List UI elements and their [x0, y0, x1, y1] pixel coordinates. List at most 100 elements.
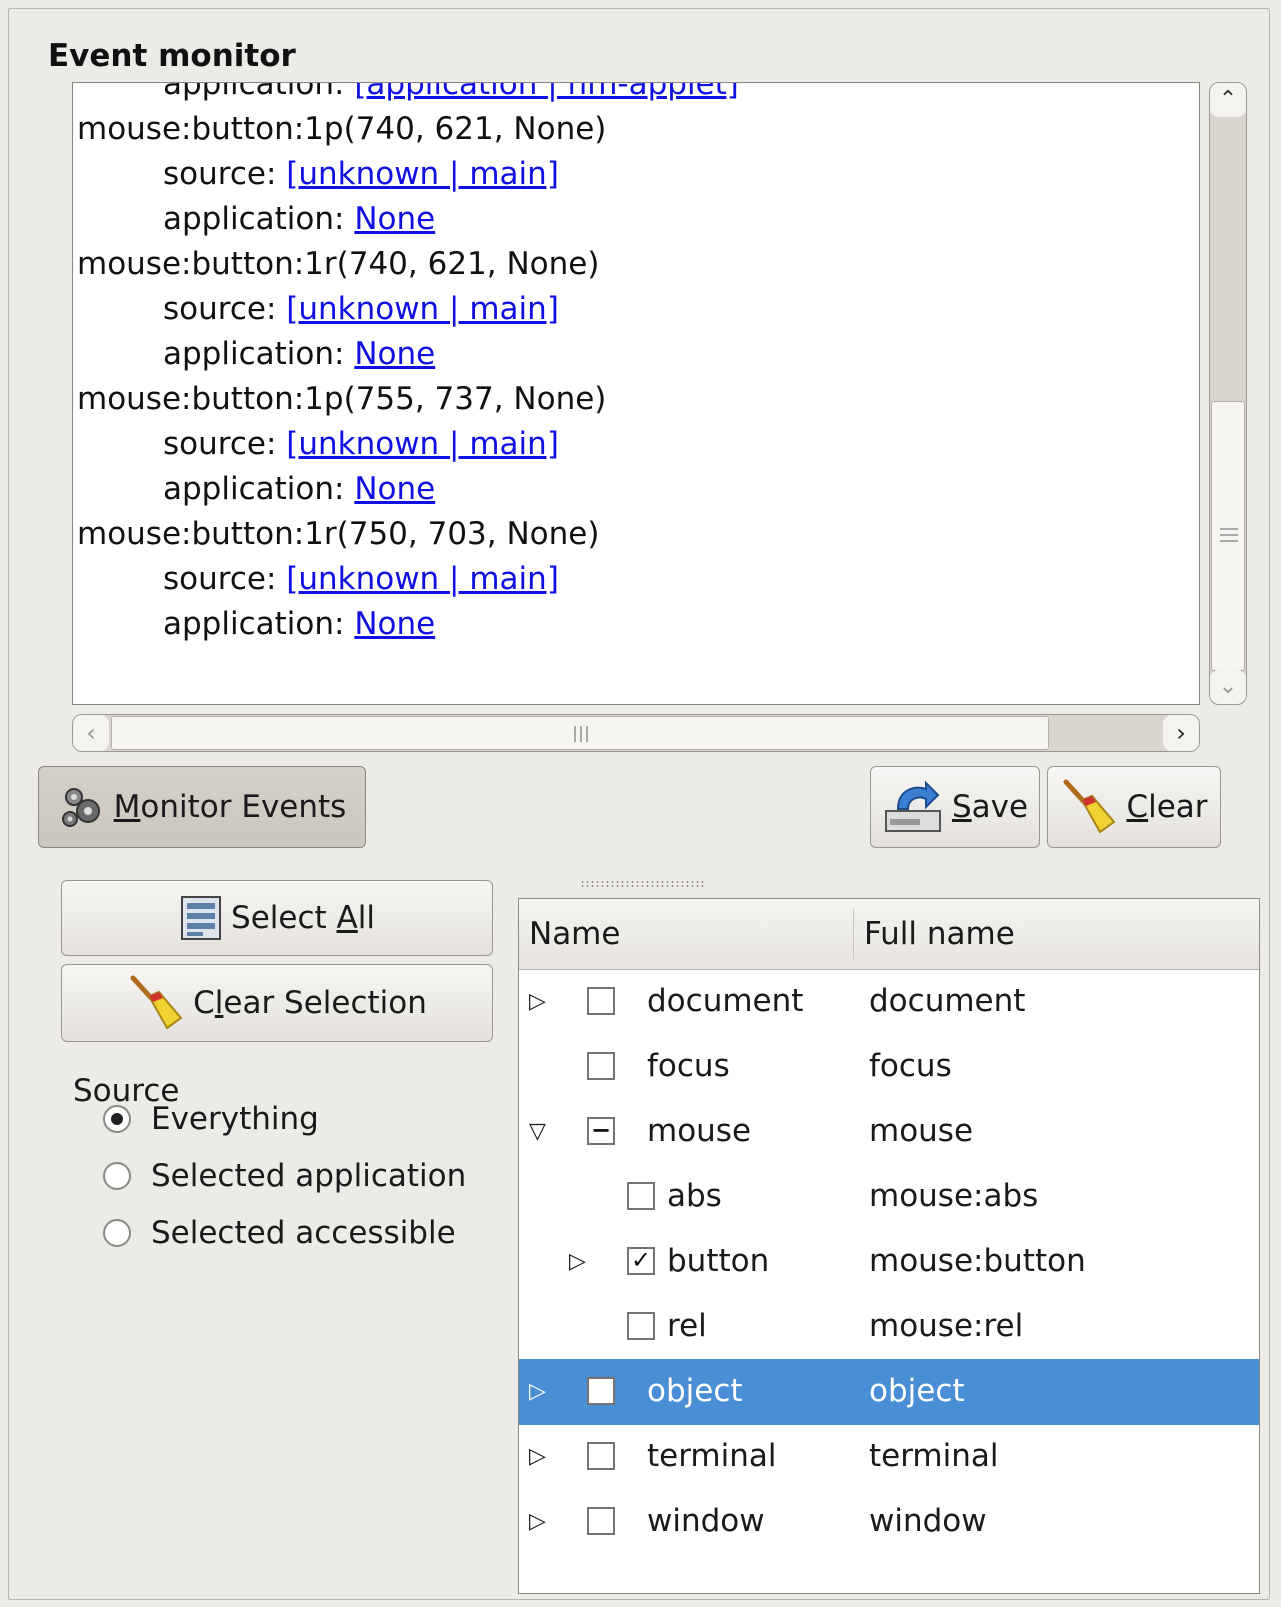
select-all-button[interactable]: Select All	[61, 880, 493, 956]
event-full-name: mouse:rel	[869, 1308, 1024, 1344]
scroll-right-icon[interactable]: ›	[1163, 715, 1199, 751]
event-checkbox[interactable]	[627, 1182, 655, 1210]
event-name: mouse	[647, 1113, 752, 1149]
column-separator	[853, 909, 854, 959]
log-line: source: [unknown | main]	[77, 152, 739, 197]
event-name: object	[647, 1373, 743, 1409]
log-line: mouse:button:1r(740, 621, None)	[77, 246, 600, 282]
event-checkbox[interactable]	[587, 987, 615, 1015]
log-line: source: [unknown | main]	[77, 287, 739, 332]
event-full-name: document	[869, 983, 1026, 1019]
clear-label: Clear	[1126, 789, 1208, 825]
log-accessible-link[interactable]: None	[354, 201, 435, 237]
event-full-name: window	[869, 1503, 987, 1539]
clear-button[interactable]: Clear	[1047, 766, 1221, 848]
radio-button[interactable]	[103, 1162, 131, 1190]
event-name: window	[647, 1503, 765, 1539]
vertical-scroll-thumb[interactable]	[1211, 401, 1245, 671]
column-header-full-name[interactable]: Full name	[864, 916, 1015, 952]
event-type-tree[interactable]: Name Full name ▷ document document focus foc…	[518, 898, 1260, 1594]
save-button[interactable]: Save	[870, 766, 1040, 848]
radio-everything[interactable]: Everything	[103, 1101, 319, 1137]
event-checkbox[interactable]	[587, 1507, 615, 1535]
log-accessible-link[interactable]: [application | nm-applet]	[354, 83, 739, 102]
tree-row-mouse[interactable]: ▽ − mouse mouse	[519, 1099, 1259, 1165]
log-accessible-link[interactable]: None	[354, 606, 435, 642]
pane-resize-handle[interactable]	[580, 880, 704, 888]
log-field-label: application:	[163, 82, 355, 102]
log-accessible-link[interactable]: [unknown | main]	[286, 291, 559, 327]
log-accessible-link[interactable]: None	[354, 471, 435, 507]
log-line: source: [unknown | main]	[77, 422, 739, 467]
tree-row-rel[interactable]: rel mouse:rel	[519, 1294, 1259, 1360]
radio-button[interactable]	[103, 1219, 131, 1247]
select-all-icon	[179, 894, 223, 942]
log-field-label: source:	[163, 291, 287, 327]
event-checkbox[interactable]: −	[587, 1117, 615, 1145]
radio-label: Everything	[151, 1101, 319, 1137]
save-label: Save	[951, 789, 1029, 825]
scroll-down-icon[interactable]: ⌄	[1210, 670, 1246, 704]
tree-row-focus[interactable]: focus focus	[519, 1034, 1259, 1100]
expander-collapsed-icon[interactable]: ▷	[529, 1444, 546, 1469]
save-disk-icon	[882, 779, 944, 835]
event-full-name: mouse	[869, 1113, 974, 1149]
panel-title: Event monitor	[48, 38, 296, 74]
event-name: abs	[667, 1178, 722, 1214]
expander-collapsed-icon[interactable]: ▷	[569, 1249, 586, 1274]
log-field-label: source:	[163, 561, 287, 597]
log-accessible-link[interactable]: None	[354, 336, 435, 372]
log-accessible-link[interactable]: [unknown | main]	[286, 561, 559, 597]
clear-selection-label: Clear Selection	[193, 985, 427, 1021]
monitor-events-button[interactable]: Monitor Events	[38, 766, 366, 848]
log-line: source: [unknown | main]	[77, 557, 739, 602]
event-log-content: application: [application | nm-applet] mo…	[77, 82, 739, 647]
log-line: application: [application | nm-applet]	[77, 82, 739, 107]
horizontal-scroll-thumb[interactable]	[111, 716, 1049, 750]
log-accessible-link[interactable]: [unknown | main]	[286, 426, 559, 462]
monitor-events-label: Monitor Events	[113, 789, 347, 825]
broom-icon	[1060, 778, 1118, 836]
radio-label: Selected application	[151, 1158, 467, 1194]
event-checkbox[interactable]	[627, 1312, 655, 1340]
log-accessible-link[interactable]: [unknown | main]	[286, 156, 559, 192]
event-name: focus	[647, 1048, 730, 1084]
tree-row-window[interactable]: ▷ window window	[519, 1489, 1259, 1555]
event-checkbox[interactable]: ✓	[627, 1247, 655, 1275]
tree-row-button[interactable]: ▷ ✓ button mouse:button	[519, 1229, 1259, 1295]
radio-selected-accessible[interactable]: Selected accessible	[103, 1215, 456, 1251]
log-field-label: application:	[163, 201, 355, 237]
event-full-name: focus	[869, 1048, 952, 1084]
column-header-name[interactable]: Name	[529, 916, 620, 952]
log-vertical-scrollbar[interactable]: ⌃ ⌄	[1209, 82, 1247, 705]
tree-row-document[interactable]: ▷ document document	[519, 969, 1259, 1035]
log-line: application: None	[77, 602, 739, 647]
clear-selection-button[interactable]: Clear Selection	[61, 964, 493, 1042]
gears-icon	[58, 783, 106, 831]
log-field-label: application:	[163, 606, 355, 642]
event-full-name: mouse:button	[869, 1243, 1086, 1279]
event-log-view[interactable]: application: [application | nm-applet] mo…	[72, 82, 1200, 705]
radio-button[interactable]	[103, 1105, 131, 1133]
tree-row-object[interactable]: ▷ object object	[519, 1359, 1259, 1425]
expander-collapsed-icon[interactable]: ▷	[529, 989, 546, 1014]
expander-expanded-icon[interactable]: ▽	[529, 1119, 546, 1144]
log-field-label: application:	[163, 336, 355, 372]
event-name: terminal	[647, 1438, 777, 1474]
expander-collapsed-icon[interactable]: ▷	[529, 1509, 546, 1534]
event-checkbox[interactable]	[587, 1442, 615, 1470]
log-line: mouse:button:1r(750, 703, None)	[77, 516, 600, 552]
log-horizontal-scrollbar[interactable]: ‹ ›	[72, 714, 1200, 752]
grip-icon	[1220, 528, 1238, 542]
event-checkbox[interactable]	[587, 1052, 615, 1080]
radio-selected-application[interactable]: Selected application	[103, 1158, 466, 1194]
scroll-up-icon[interactable]: ⌃	[1210, 83, 1246, 117]
tree-row-abs[interactable]: abs mouse:abs	[519, 1164, 1259, 1230]
event-name: document	[647, 983, 804, 1019]
log-field-label: source:	[163, 426, 287, 462]
expander-collapsed-icon[interactable]: ▷	[529, 1379, 546, 1404]
event-checkbox[interactable]	[587, 1377, 615, 1405]
tree-row-terminal[interactable]: ▷ terminal terminal	[519, 1424, 1259, 1490]
tree-header: Name Full name	[519, 899, 1259, 970]
scroll-left-icon[interactable]: ‹	[73, 715, 109, 751]
